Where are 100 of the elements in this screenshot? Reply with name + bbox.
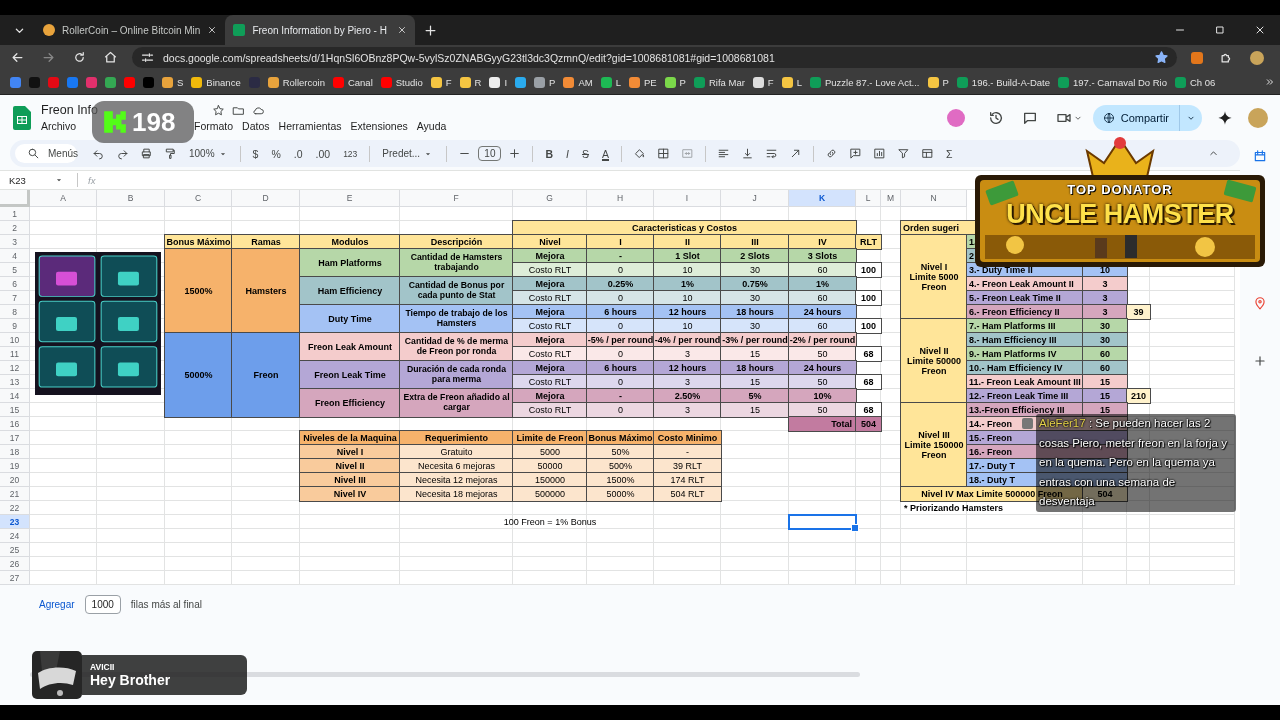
- menu-item[interactable]: Datos: [242, 120, 270, 132]
- table-icon[interactable]: [921, 147, 934, 160]
- paint-format-icon[interactable]: [164, 147, 177, 160]
- chart-icon[interactable]: [873, 147, 886, 160]
- reload-icon[interactable]: [72, 50, 87, 65]
- row-header[interactable]: 4: [0, 249, 30, 263]
- column-header[interactable]: D: [232, 190, 300, 207]
- bookmark-link[interactable]: 196.- Build-A-Date: [956, 76, 1050, 88]
- menu-search-field[interactable]: Menús: [15, 144, 77, 163]
- column-header[interactable]: J: [721, 190, 789, 207]
- column-header[interactable]: B: [97, 190, 165, 207]
- fill-color-icon[interactable]: [633, 147, 646, 160]
- row-header[interactable]: 13: [0, 375, 30, 389]
- column-header[interactable]: I: [654, 190, 721, 207]
- row-header[interactable]: 18: [0, 445, 30, 459]
- filter-icon[interactable]: [897, 147, 910, 160]
- row-header[interactable]: 3: [0, 235, 30, 249]
- vertical-align-icon[interactable]: [741, 147, 754, 160]
- row-header[interactable]: 27: [0, 571, 30, 585]
- currency-button[interactable]: $: [247, 147, 264, 160]
- browser-tab[interactable]: RollerCoin – Online Bitcoin Min: [35, 15, 226, 45]
- more-bookmarks-icon[interactable]: [1264, 76, 1276, 88]
- font-size-field[interactable]: 10: [478, 146, 502, 161]
- link-icon[interactable]: [825, 147, 838, 160]
- bookmark-icon[interactable]: [124, 76, 135, 88]
- bookmark-icon[interactable]: [86, 76, 97, 88]
- row-header[interactable]: 8: [0, 305, 30, 319]
- zoom-dropdown[interactable]: 100%: [184, 148, 233, 159]
- browser-tab[interactable]: Freon Information by Piero - H: [225, 15, 416, 45]
- bookmark-link[interactable]: P: [534, 76, 556, 88]
- number-format-button[interactable]: 123: [338, 148, 363, 159]
- share-button[interactable]: Compartir: [1092, 104, 1202, 131]
- bookmark-link[interactable]: F: [430, 76, 452, 88]
- menu-item[interactable]: Formato: [194, 120, 234, 132]
- borders-icon[interactable]: [657, 147, 670, 160]
- sheets-logo-icon[interactable]: [13, 105, 31, 130]
- redo-icon[interactable]: [116, 147, 129, 160]
- row-header[interactable]: 26: [0, 557, 30, 571]
- name-box[interactable]: K23: [0, 174, 69, 186]
- bookmark-link[interactable]: P: [927, 76, 949, 88]
- bookmark-link[interactable]: Canal: [332, 76, 373, 88]
- row-header[interactable]: 7: [0, 291, 30, 305]
- calendar-icon[interactable]: [1253, 149, 1267, 163]
- column-header[interactable]: L: [856, 190, 881, 207]
- row-header[interactable]: 14: [0, 389, 30, 403]
- row-header[interactable]: 19: [0, 459, 30, 473]
- align-icon[interactable]: [717, 147, 730, 160]
- bookmark-link[interactable]: S: [162, 76, 184, 88]
- wrap-icon[interactable]: [765, 147, 778, 160]
- row-header[interactable]: 25: [0, 543, 30, 557]
- history-icon[interactable]: [987, 109, 1004, 126]
- menu-item[interactable]: Herramientas: [278, 120, 342, 132]
- print-icon[interactable]: [140, 147, 153, 160]
- row-header[interactable]: 2: [0, 221, 30, 235]
- cell-selection[interactable]: [788, 514, 857, 530]
- star-icon[interactable]: [1154, 50, 1169, 65]
- bookmark-link[interactable]: AM: [563, 76, 593, 88]
- strikethrough-button[interactable]: S: [576, 147, 594, 160]
- star-icon[interactable]: [212, 103, 225, 117]
- row-header[interactable]: 5: [0, 263, 30, 277]
- avatar-icon[interactable]: [946, 108, 965, 127]
- rows-count-field[interactable]: 1000: [84, 595, 121, 614]
- bookmark-icon[interactable]: [67, 76, 78, 88]
- menu-item[interactable]: Ayuda: [416, 120, 447, 132]
- column-header[interactable]: C: [165, 190, 232, 207]
- extension-icon[interactable]: [1191, 51, 1203, 64]
- bookmark-link[interactable]: PE: [628, 76, 657, 88]
- italic-button[interactable]: I: [561, 147, 574, 160]
- column-header[interactable]: G: [513, 190, 587, 207]
- bookmark-icon[interactable]: [105, 76, 116, 88]
- home-icon[interactable]: [103, 50, 118, 65]
- bookmark-link[interactable]: Ch 06: [1175, 76, 1216, 88]
- row-header[interactable]: 23: [0, 515, 30, 529]
- map-pin-icon[interactable]: [1253, 296, 1267, 310]
- add-comment-icon[interactable]: [849, 147, 862, 160]
- row-header[interactable]: 12: [0, 361, 30, 375]
- column-header[interactable]: N: [901, 190, 967, 207]
- column-header[interactable]: F: [400, 190, 513, 207]
- bookmark-link[interactable]: L: [781, 76, 802, 88]
- bookmark-link[interactable]: I: [489, 76, 508, 88]
- undo-icon[interactable]: [92, 147, 105, 160]
- site-settings-icon[interactable]: [140, 50, 155, 65]
- decrease-decimals-button[interactable]: .0: [288, 147, 308, 160]
- bookmark-link[interactable]: Rifa Mar: [693, 76, 745, 88]
- row-header[interactable]: 9: [0, 319, 30, 333]
- row-header[interactable]: 6: [0, 277, 30, 291]
- increase-decimals-button[interactable]: .00: [310, 147, 336, 160]
- menu-item[interactable]: Extensiones: [350, 120, 408, 132]
- maximize-icon[interactable]: [1214, 24, 1226, 36]
- functions-button[interactable]: Σ: [941, 147, 958, 160]
- rotate-icon[interactable]: [789, 147, 802, 160]
- bookmark-link[interactable]: 197.- Carnaval Do Rio: [1058, 76, 1167, 88]
- font-dropdown[interactable]: Predet...: [377, 148, 440, 159]
- row-header[interactable]: 10: [0, 333, 30, 347]
- forward-icon[interactable]: [41, 50, 56, 65]
- bookmark-link[interactable]: Rollercoin: [267, 76, 325, 88]
- profile-icon[interactable]: [1250, 50, 1264, 65]
- text-color-button[interactable]: A: [597, 147, 614, 160]
- row-header[interactable]: 11: [0, 347, 30, 361]
- address-bar[interactable]: docs.google.com/spreadsheets/d/1HqnSl6OBnz8PQw-5vylSz0ZNABGyyG23tl3dc3QzmnQ/edit?gid=1008681081#gid=1008681081: [132, 47, 1177, 68]
